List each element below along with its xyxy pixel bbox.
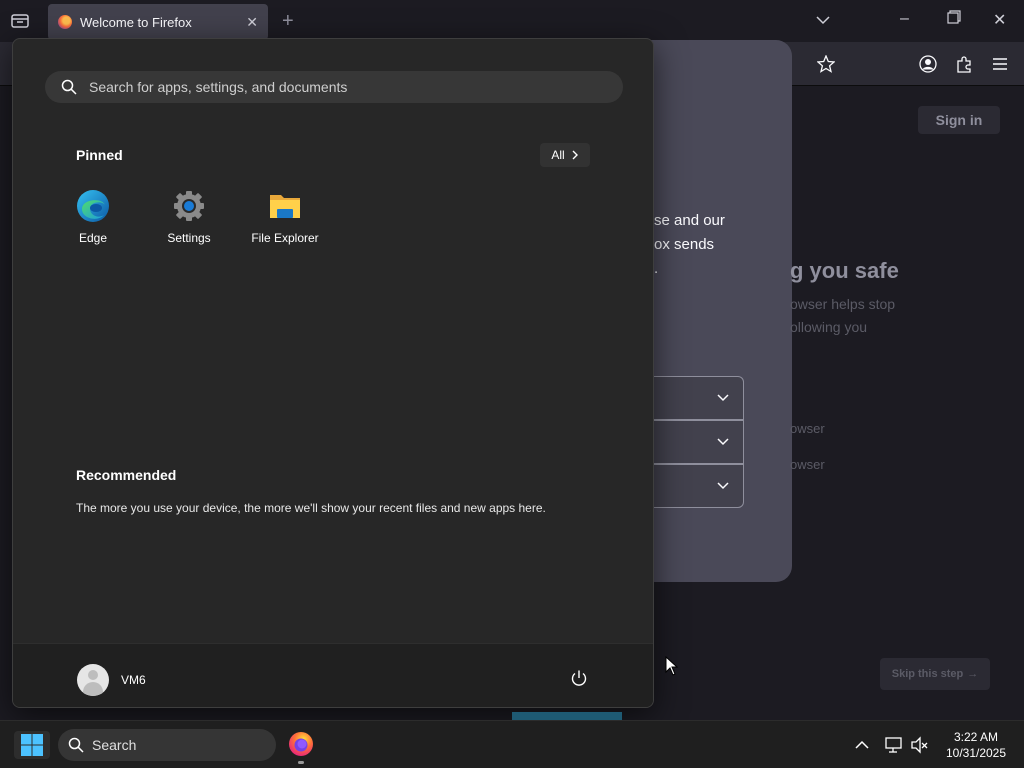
power-icon[interactable] <box>569 668 589 688</box>
skip-label: Skip this step <box>891 668 964 680</box>
account-icon[interactable] <box>918 54 938 74</box>
card-text-line: ox sends <box>654 236 715 253</box>
extensions-icon[interactable] <box>954 54 974 74</box>
pinned-app-edge[interactable]: Edge <box>48 189 138 249</box>
dropdown-option[interactable] <box>654 420 744 464</box>
clock-date: 10/31/2025 <box>945 746 1007 760</box>
start-menu: Search for apps, settings, and documents… <box>12 38 654 708</box>
chevron-up-icon[interactable] <box>852 735 872 755</box>
card-text-line: . <box>654 260 659 277</box>
all-label: All <box>551 148 565 162</box>
windows-logo-icon <box>21 734 43 756</box>
dropdown-option[interactable] <box>654 376 744 420</box>
start-menu-footer: VM6 <box>13 643 653 707</box>
app-label: Settings <box>167 231 211 245</box>
taskbar-accent-strip <box>512 712 622 720</box>
mouse-cursor-icon <box>665 655 679 681</box>
network-icon[interactable] <box>884 735 904 755</box>
tab-list-icon[interactable] <box>10 12 30 30</box>
firefox-taskbar-icon[interactable] <box>288 731 314 757</box>
page-heading: g you safe <box>790 258 899 283</box>
arrow-right-icon: → <box>967 668 979 680</box>
system-clock[interactable]: 3:22 AM 10/31/2025 <box>936 729 1016 761</box>
chevron-right-icon <box>572 150 578 160</box>
sign-in-button[interactable]: Sign in <box>918 106 1000 134</box>
volume-muted-icon[interactable] <box>910 735 930 755</box>
restore-icon[interactable] <box>947 10 961 29</box>
edge-icon <box>76 189 110 223</box>
dropdown-option[interactable] <box>654 464 744 508</box>
chevron-down-icon <box>717 482 729 490</box>
firefox-tab-bar: Welcome to Firefox ✕ + – ✕ <box>0 0 1024 42</box>
tab-close-icon[interactable]: ✕ <box>246 14 258 31</box>
clock-time: 3:22 AM <box>953 730 999 744</box>
taskbar-search[interactable]: Search <box>58 729 276 761</box>
app-label: Edge <box>78 231 108 245</box>
tab-welcome[interactable]: Welcome to Firefox ✕ <box>48 4 268 40</box>
running-indicator <box>298 761 304 764</box>
chevron-down-icon <box>717 438 729 446</box>
app-label: File Explorer <box>251 231 319 245</box>
taskbar-search-label: Search <box>92 737 137 753</box>
pinned-title: Pinned <box>76 147 123 163</box>
close-window-icon[interactable]: ✕ <box>993 10 1006 30</box>
folder-icon <box>268 189 302 223</box>
skip-step-button[interactable]: Skip this step → <box>880 658 990 690</box>
bookmark-star-icon[interactable] <box>816 54 836 74</box>
search-placeholder: Search for apps, settings, and documents <box>89 79 348 95</box>
start-button[interactable] <box>14 731 50 759</box>
new-tab-icon[interactable]: + <box>282 10 294 33</box>
card-text-line: se and our <box>654 212 725 229</box>
option-text: owser <box>790 457 825 472</box>
chevron-down-icon[interactable] <box>816 12 830 30</box>
minimize-icon[interactable]: – <box>900 10 909 28</box>
taskbar: Search 3:22 AM 10/31/2025 <box>0 720 1024 768</box>
avatar <box>77 664 109 696</box>
heading-subtext: owser helps stop <box>790 296 896 312</box>
search-icon <box>61 79 77 95</box>
chevron-down-icon <box>717 394 729 402</box>
user-account-button[interactable]: VM6 <box>77 664 146 696</box>
user-name: VM6 <box>121 673 146 687</box>
pinned-app-file-explorer[interactable]: File Explorer <box>240 189 330 249</box>
option-text: owser <box>790 421 825 436</box>
pinned-app-settings[interactable]: Settings <box>144 189 234 249</box>
all-apps-button[interactable]: All <box>540 143 590 167</box>
search-icon <box>68 737 84 753</box>
firefox-favicon-icon <box>58 15 72 29</box>
heading-subtext: ollowing you <box>790 319 868 335</box>
recommended-title: Recommended <box>76 467 177 483</box>
recommended-empty-text: The more you use your device, the more w… <box>76 501 546 515</box>
menu-hamburger-icon[interactable] <box>990 54 1010 74</box>
settings-gear-icon <box>172 189 206 223</box>
start-search-box[interactable]: Search for apps, settings, and documents <box>45 71 623 103</box>
tab-title: Welcome to Firefox <box>80 14 192 30</box>
